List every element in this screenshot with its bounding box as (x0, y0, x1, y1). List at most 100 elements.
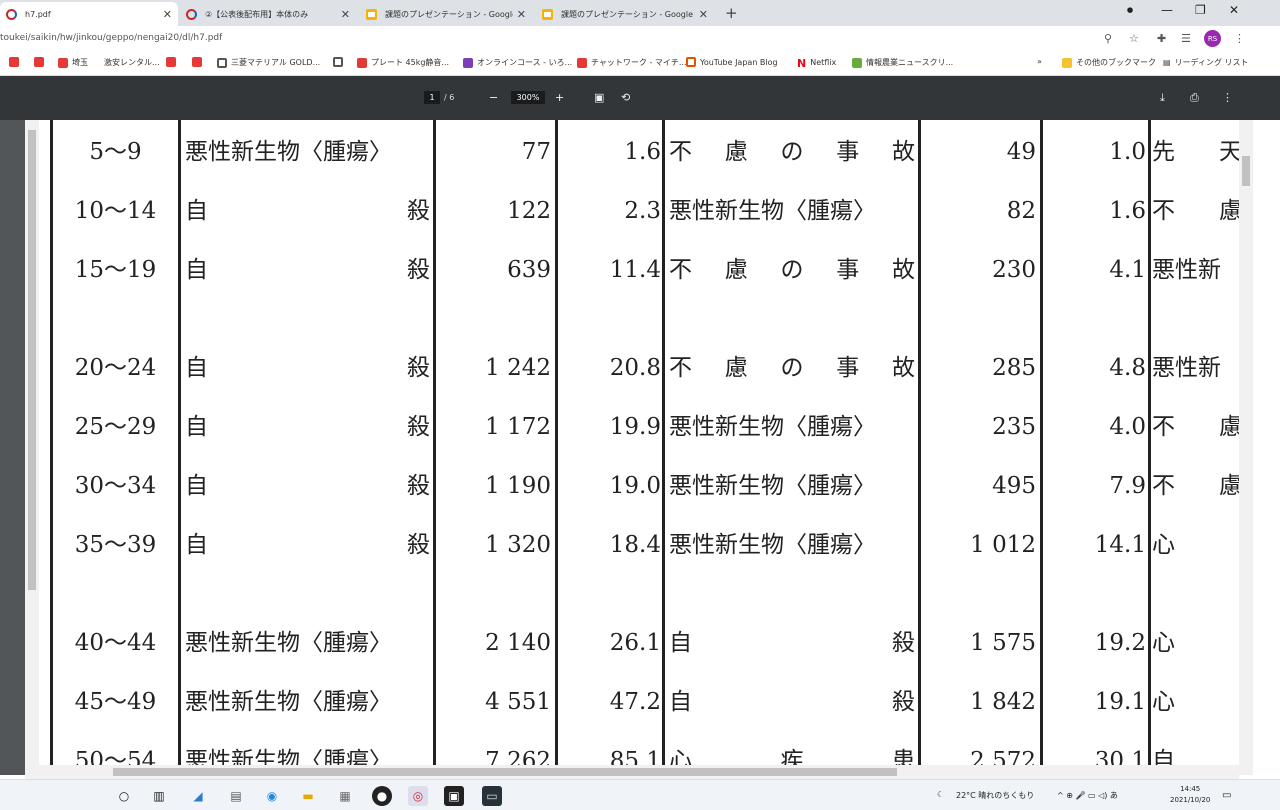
app-icon[interactable]: ◢ (188, 786, 208, 806)
clock[interactable]: 14:45 2021/10/20 (1170, 784, 1210, 806)
table-cell-c3: 心 (1152, 532, 1175, 558)
table-cell-c3: 心 (1152, 689, 1175, 715)
address-bar[interactable]: toukei/saikin/hw/jinkou/geppo/nengai20/d… (0, 33, 222, 43)
maximize-button[interactable]: ❐ (1195, 3, 1206, 17)
bookmark-globe[interactable] (333, 57, 347, 67)
bookmark-plate[interactable]: プレート 45kg静音... (357, 57, 449, 68)
bookmark-netflix[interactable]: N Netflix (797, 57, 837, 70)
table-cell-c2: 心疾患 (669, 748, 915, 765)
bookmark-label: リーディング リスト (1174, 58, 1249, 67)
table-cell-n1: 1 190 (485, 473, 551, 499)
table-cell-n2: 82 (1006, 198, 1036, 224)
close-tab-icon[interactable]: ✕ (163, 8, 172, 21)
bookmark-mitsubishi[interactable]: 三菱マテリアル GOLD... (217, 57, 320, 68)
table-row: 35〜39 自殺 1 320 18.4 悪性新生物〈腫瘍〉 1 012 14.1 心 (39, 525, 1239, 565)
table-cell-age: 45〜49 (74, 689, 157, 715)
table-cell-c2: 悪性新生物〈腫瘍〉 (669, 473, 876, 499)
inner-scrollbar-thumb[interactable] (28, 130, 36, 590)
edge-icon[interactable]: ◉ (262, 786, 282, 806)
zoom-icon[interactable]: ⚲ (1104, 32, 1112, 45)
bookmark-youtube-3[interactable] (166, 57, 180, 67)
screen-app-icon[interactable]: ▭ (482, 786, 502, 806)
chrome-icon[interactable]: ◎ (408, 786, 428, 806)
fit-page-icon[interactable]: ▣ (594, 91, 604, 104)
minimize-button[interactable]: — (1161, 3, 1173, 17)
table-cell-n1: 4 551 (485, 689, 551, 715)
reading-list-icon[interactable]: ☰ (1181, 32, 1191, 45)
badge-app-icon[interactable]: ▤ (226, 786, 246, 806)
bookmark-rental[interactable]: 激安レンタル... (104, 57, 160, 68)
table-cell-r2: 14.1 (1094, 532, 1146, 558)
tray-icons[interactable]: ^ ⊕ 🎤 ▭ ◁) あ (1057, 790, 1118, 801)
zoom-in-button[interactable]: + (555, 91, 564, 104)
bookmark-saitama[interactable]: 埼玉 (58, 57, 88, 68)
tab-pdf-2[interactable]: ②【公表後配布用】本体のみ ✕ (180, 2, 356, 26)
table-cell-age: 35〜39 (74, 532, 157, 558)
tab-slides-2[interactable]: 課題のプレゼンテーション - Google ✕ (536, 2, 714, 26)
terminal-icon[interactable]: ▣ (444, 786, 464, 806)
bookmark-youtube-1[interactable] (9, 57, 23, 67)
horizontal-scrollbar[interactable] (25, 765, 1239, 779)
vertical-scrollbar-thumb[interactable] (1242, 156, 1250, 186)
table-cell-n2: 49 (1006, 139, 1036, 165)
weather-icon[interactable]: ☾ (937, 790, 944, 799)
bookmark-star-icon[interactable]: ☆ (1129, 32, 1139, 45)
bookmarks-bar: 埼玉 激安レンタル... 三菱マテリアル GOLD... プレート 45kg静音… (0, 52, 1280, 76)
more-actions-icon[interactable]: ⋮ (1222, 91, 1233, 104)
bookmark-news[interactable]: 情報農業ニュースクリ... (852, 57, 953, 68)
bookmark-label: オンラインコース - いろ... (477, 58, 573, 67)
bookmarks-overflow-button[interactable]: » (1037, 57, 1042, 66)
search-icon[interactable]: ○ (114, 786, 134, 806)
notifications-icon[interactable]: ▭ (1222, 790, 1231, 801)
zoom-input[interactable]: 300% (511, 91, 545, 104)
site-icon (357, 57, 367, 68)
bookmark-other[interactable]: その他のブックマーク (1062, 57, 1156, 68)
bookmark-reading-list[interactable]: ▤ リーディング リスト (1163, 57, 1249, 68)
close-tab-icon[interactable]: ✕ (341, 8, 350, 21)
app-icon[interactable]: ● (372, 786, 392, 806)
tab-pdf[interactable]: h7.pdf ✕ (0, 2, 178, 26)
task-view-icon[interactable]: ▥ (149, 786, 169, 806)
inner-scrollbar[interactable] (25, 120, 39, 775)
table-cell-c3: 悪性新 (1152, 355, 1221, 381)
table-cell-r2: 19.2 (1094, 630, 1146, 656)
calculator-icon[interactable]: ▦ (335, 786, 355, 806)
extensions-icon[interactable]: ✚ (1157, 32, 1166, 45)
bookmark-youtube-blog[interactable]: YouTube Japan Blog (686, 57, 778, 67)
weather-text[interactable]: 22°C 晴れのちくもり (956, 790, 1034, 801)
bookmark-youtube-4[interactable] (192, 57, 206, 67)
file-explorer-icon[interactable]: ▬ (298, 786, 318, 806)
table-cell-n1: 1 242 (485, 355, 551, 381)
table-cell-n1: 1 172 (485, 414, 551, 440)
table-cell-n2: 495 (992, 473, 1036, 499)
tab-slides-1[interactable]: 課題のプレゼンテーション - Google ✕ (360, 2, 532, 26)
close-window-button[interactable]: ✕ (1229, 3, 1239, 17)
print-icon[interactable]: ⎙ (1190, 91, 1199, 105)
media-control-icon[interactable]: ⏺ (1127, 3, 1133, 18)
table-cell-c3: 心 (1152, 630, 1175, 656)
table-cell-age: 5〜9 (89, 139, 142, 165)
horizontal-scrollbar-thumb[interactable] (113, 768, 897, 776)
slides-favicon-icon (542, 8, 553, 20)
slides-favicon-icon (366, 8, 377, 20)
zoom-out-button[interactable]: − (489, 91, 498, 104)
new-tab-button[interactable]: + (725, 4, 738, 22)
download-icon[interactable]: ⤓ (1160, 91, 1165, 105)
page-number-input[interactable]: 1 (424, 91, 440, 104)
profile-avatar[interactable]: RS (1204, 30, 1221, 47)
bookmark-chatwork[interactable]: チャットワーク - マイチ... (577, 57, 687, 68)
close-tab-icon[interactable]: ✕ (517, 8, 526, 21)
bookmark-online-course[interactable]: オンラインコース - いろ... (463, 57, 572, 68)
table-cell-r2: 4.8 (1109, 355, 1146, 381)
more-menu-icon[interactable]: ⋮ (1234, 32, 1245, 45)
rotate-icon[interactable]: ⟲ (621, 91, 630, 104)
news-icon (852, 57, 862, 68)
vertical-scrollbar[interactable] (1239, 120, 1253, 775)
bookmark-label: 情報農業ニュースクリ... (866, 58, 954, 67)
table-cell-r1: 11.4 (609, 257, 661, 283)
table-cell-n2: 230 (992, 257, 1036, 283)
bookmark-youtube-2[interactable] (34, 57, 48, 67)
table-cell-r1: 2.3 (624, 198, 661, 224)
close-tab-icon[interactable]: ✕ (699, 8, 708, 21)
bookmark-label: Netflix (810, 57, 837, 67)
